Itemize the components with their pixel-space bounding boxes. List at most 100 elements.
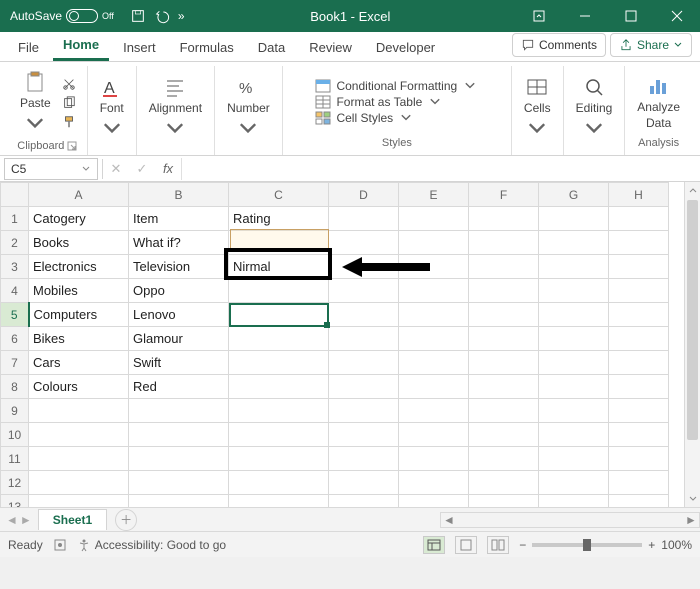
row-header[interactable]: 13 [1, 495, 29, 508]
insert-function-button[interactable]: fx [155, 161, 181, 176]
cell-A11[interactable] [29, 447, 129, 471]
cell-H5[interactable] [609, 303, 669, 327]
column-header[interactable]: C [229, 183, 329, 207]
cell-H3[interactable] [609, 255, 669, 279]
cell-C2[interactable] [229, 231, 329, 255]
tab-data[interactable]: Data [248, 34, 295, 61]
cell-G12[interactable] [539, 471, 609, 495]
tab-file[interactable]: File [8, 34, 49, 61]
cell-F9[interactable] [469, 399, 539, 423]
cell-B8[interactable]: Red [129, 375, 229, 399]
cell-E11[interactable] [399, 447, 469, 471]
tab-home[interactable]: Home [53, 31, 109, 61]
column-header[interactable]: H [609, 183, 669, 207]
close-button[interactable] [654, 0, 700, 32]
row-header[interactable]: 12 [1, 471, 29, 495]
cell-E12[interactable] [399, 471, 469, 495]
scrollbar-thumb[interactable] [687, 200, 698, 440]
cell-G11[interactable] [539, 447, 609, 471]
cell-C6[interactable] [229, 327, 329, 351]
cell-A10[interactable] [29, 423, 129, 447]
cell-F7[interactable] [469, 351, 539, 375]
maximize-button[interactable] [608, 0, 654, 32]
cell-C1[interactable]: Rating [229, 207, 329, 231]
column-header[interactable]: E [399, 183, 469, 207]
scroll-up-button[interactable] [685, 182, 700, 198]
zoom-level[interactable]: 100% [661, 538, 692, 552]
new-sheet-button[interactable]: ＋ [115, 509, 137, 531]
page-layout-view-button[interactable] [455, 536, 477, 554]
cell-B11[interactable] [129, 447, 229, 471]
cell-A9[interactable] [29, 399, 129, 423]
cell-B13[interactable] [129, 495, 229, 508]
cell-G2[interactable] [539, 231, 609, 255]
cell-D12[interactable] [329, 471, 399, 495]
number-button[interactable]: % Number [223, 73, 274, 143]
cell-H12[interactable] [609, 471, 669, 495]
font-button[interactable]: A Font [96, 73, 128, 143]
cell-F8[interactable] [469, 375, 539, 399]
cell-F4[interactable] [469, 279, 539, 303]
cell-A12[interactable] [29, 471, 129, 495]
cell-B10[interactable] [129, 423, 229, 447]
cell-D13[interactable] [329, 495, 399, 508]
cell-D5[interactable] [329, 303, 399, 327]
cell-B12[interactable] [129, 471, 229, 495]
cell-C9[interactable] [229, 399, 329, 423]
cell-E10[interactable] [399, 423, 469, 447]
cell-F12[interactable] [469, 471, 539, 495]
conditional-formatting-button[interactable]: Conditional Formatting [315, 79, 478, 93]
scroll-left-button[interactable]: ◄ [441, 513, 457, 527]
qat-more-icon[interactable]: » [178, 9, 185, 23]
cell-E13[interactable] [399, 495, 469, 508]
cell-H7[interactable] [609, 351, 669, 375]
select-all-corner[interactable] [1, 183, 29, 207]
scroll-right-button[interactable]: ► [683, 513, 699, 527]
vertical-scrollbar[interactable] [684, 182, 700, 507]
cell-B5[interactable]: Lenovo [129, 303, 229, 327]
column-header[interactable]: G [539, 183, 609, 207]
cell-B1[interactable]: Item [129, 207, 229, 231]
zoom-out-button[interactable]: − [519, 538, 526, 552]
cell-B2[interactable]: What if? [129, 231, 229, 255]
zoom-control[interactable]: − + 100% [519, 538, 692, 552]
cell-D1[interactable] [329, 207, 399, 231]
cell-C7[interactable] [229, 351, 329, 375]
cell-D11[interactable] [329, 447, 399, 471]
row-header[interactable]: 7 [1, 351, 29, 375]
column-header[interactable]: F [469, 183, 539, 207]
minimize-button[interactable] [562, 0, 608, 32]
row-header[interactable]: 2 [1, 231, 29, 255]
accessibility-status[interactable]: Accessibility: Good to go [77, 538, 226, 552]
enter-formula-button[interactable]: ✓ [129, 161, 155, 177]
row-header[interactable]: 9 [1, 399, 29, 423]
cell-A7[interactable]: Cars [29, 351, 129, 375]
cell-A6[interactable]: Bikes [29, 327, 129, 351]
zoom-in-button[interactable]: + [648, 538, 655, 552]
cell-C8[interactable] [229, 375, 329, 399]
cell-G6[interactable] [539, 327, 609, 351]
cell-G1[interactable] [539, 207, 609, 231]
cell-G10[interactable] [539, 423, 609, 447]
cell-E6[interactable] [399, 327, 469, 351]
cancel-formula-button[interactable]: ✕ [103, 161, 129, 177]
cell-D9[interactable] [329, 399, 399, 423]
macro-record-icon[interactable] [53, 538, 67, 552]
cell-G3[interactable] [539, 255, 609, 279]
cell-H8[interactable] [609, 375, 669, 399]
format-painter-button[interactable] [59, 114, 79, 130]
cell-D8[interactable] [329, 375, 399, 399]
ribbon-display-button[interactable] [516, 0, 562, 32]
row-header[interactable]: 3 [1, 255, 29, 279]
cell-H2[interactable] [609, 231, 669, 255]
row-header[interactable]: 10 [1, 423, 29, 447]
row-header[interactable]: 5 [1, 303, 29, 327]
cell-E2[interactable] [399, 231, 469, 255]
cell-E9[interactable] [399, 399, 469, 423]
cut-button[interactable] [59, 76, 79, 92]
cell-A3[interactable]: Electronics [29, 255, 129, 279]
cell-H10[interactable] [609, 423, 669, 447]
autosave-toggle[interactable]: AutoSave Off [10, 9, 114, 23]
cell-B4[interactable]: Oppo [129, 279, 229, 303]
cell-A8[interactable]: Colours [29, 375, 129, 399]
